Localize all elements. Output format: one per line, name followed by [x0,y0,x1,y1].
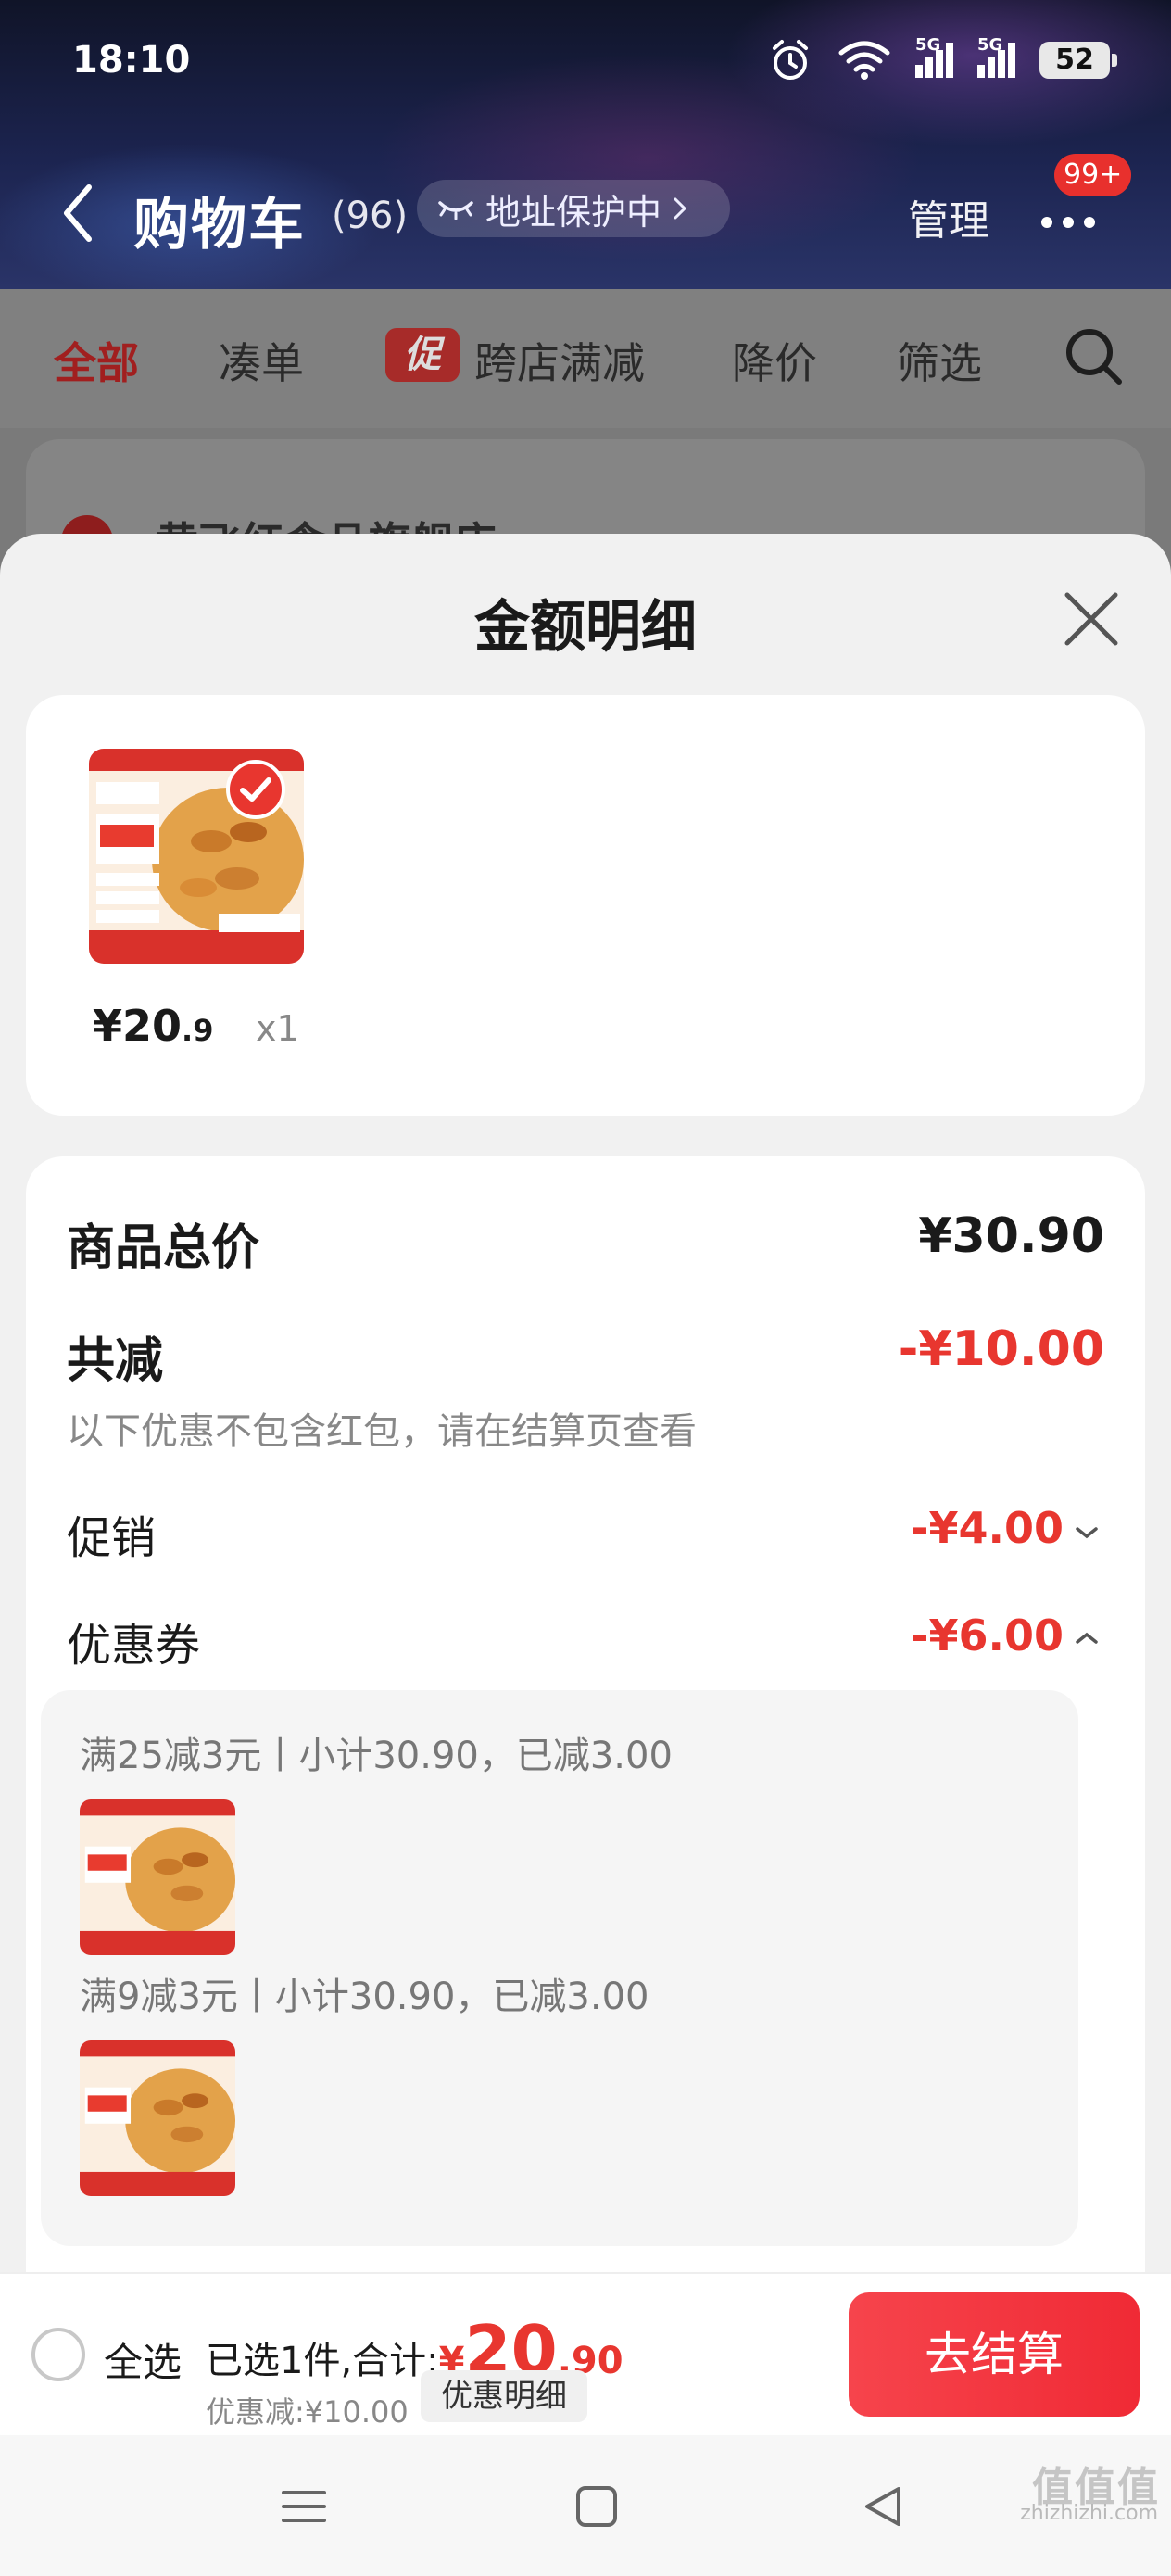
coupon-value[interactable]: -¥6.00 [911,1610,1064,1661]
item-price-decimal: .9 [182,1013,214,1048]
watermark-url: zhizhizhi.com [1020,2502,1158,2525]
check-icon [240,777,271,802]
more-button[interactable] [1036,204,1101,241]
peanut-product-image [80,2040,235,2196]
coupon-product-thumbnail-1[interactable] [80,1799,235,1955]
filter-tab-all[interactable]: 全部 [54,330,139,391]
item-price: ¥20.9 [93,1001,213,1051]
manage-button[interactable]: 管理 [908,187,989,246]
checkout-bar: 全选 已选1件,合计:¥20.90 优惠减:¥10.00 优惠明细 去结算 [0,2272,1171,2435]
close-button[interactable] [1062,589,1121,649]
sheet-title: 金额明细 [474,595,697,660]
cart-count: (96) [332,195,409,237]
menu-icon[interactable] [276,2483,332,2530]
chevron-up-icon[interactable] [1073,1629,1101,1648]
status-icons: 5G 5G 52 [767,35,1117,83]
total-discount-value: -¥10.00 [898,1321,1104,1377]
peanut-product-image [80,1799,235,1955]
signal-bar [988,57,995,78]
search-icon [1066,329,1122,385]
coupon-line-1: 满25减3元丨小计30.90，已减3.00 [80,1735,673,1777]
promotion-label[interactable]: 促销 [67,1501,156,1566]
product-total-value: ¥30.90 [918,1208,1104,1264]
address-protection-pill[interactable]: 地址保护中 [417,180,730,237]
filter-bar: 全部 凑单 促 跨店满减 降价 筛选 [0,289,1171,428]
notification-badge: 99+ [1054,154,1132,196]
back-button[interactable] [61,176,117,250]
chevron-left-icon [64,184,92,242]
signal-bar [946,43,953,78]
product-total-label: 商品总价 [67,1220,260,1276]
coupon-label[interactable]: 优惠券 [67,1609,200,1673]
item-quantity: x1 [256,1008,299,1049]
discount-detail-button[interactable]: 优惠明细 [421,2370,587,2422]
chevron-right-icon [674,197,687,220]
alarm-icon [773,40,808,80]
checkout-button[interactable]: 去结算 [849,2292,1140,2417]
selected-items-card: ¥20.9 x1 [26,695,1145,1116]
promo-tag: 促 [385,328,460,382]
status-time: 18:10 [72,39,191,82]
price-detail-sheet: 金额明细 ¥20.9 x1 商品总价 ¥30.90 共减 -¥10.00 以下优… [0,534,1171,2276]
address-protection-label: 地址保护中 [485,191,662,233]
back-nav-icon[interactable] [856,2483,912,2530]
page-title: 购物车 [133,193,306,258]
discount-summary: 优惠减:¥10.00 [206,2394,409,2430]
signal-bar [977,65,985,78]
wifi-icon [838,41,890,80]
filter-tab-bundle[interactable]: 凑单 [219,330,304,391]
select-all-radio[interactable] [31,2328,85,2381]
cart-header: 购物车 (96) 地址保护中 管理 99+ [0,154,1171,269]
home-icon[interactable] [569,2483,624,2530]
system-nav-bar [0,2435,1171,2576]
item-price-int: ¥20 [93,1001,183,1051]
signal-bar [925,57,933,78]
cell-signal-1: 5G [915,35,953,78]
signal-bar [915,65,923,78]
close-icon [1064,592,1118,646]
promotion-value[interactable]: -¥4.00 [911,1503,1064,1553]
coupon-line-2: 满9减3元丨小计30.90，已减3.00 [80,1976,649,2018]
select-all-label[interactable]: 全选 [104,2331,182,2388]
filter-tab-filter[interactable]: 筛选 [897,330,982,391]
network-label-1: 5G [915,35,941,55]
signal-bar [1008,43,1015,78]
total-discount-label: 共减 [67,1333,164,1389]
coupon-product-thumbnail-2[interactable] [80,2040,235,2196]
more-dots-icon [1041,217,1095,228]
cell-signal-2: 5G [977,35,1015,78]
selected-check-badge [226,760,285,819]
filter-tab-cross-store[interactable]: 跨店满减 [474,330,645,391]
selected-prefix: 已选1件,合计: [206,2340,439,2382]
discount-note: 以下优惠不包含红包，请在结算页查看 [67,1410,697,1453]
coupon-detail-box: 满25减3元丨小计30.90，已减3.00 满9减3元丨小计30.90，已减3.… [41,1690,1078,2246]
eye-closed-icon [438,201,473,220]
chevron-down-icon[interactable] [1073,1523,1101,1542]
network-label-2: 5G [977,35,1003,55]
battery-indicator: 52 [1039,42,1117,79]
search-button[interactable] [1062,324,1127,389]
filter-tab-price-drop[interactable]: 降价 [732,330,817,391]
status-bar: 18:10 5G 5G 52 [0,0,1171,139]
